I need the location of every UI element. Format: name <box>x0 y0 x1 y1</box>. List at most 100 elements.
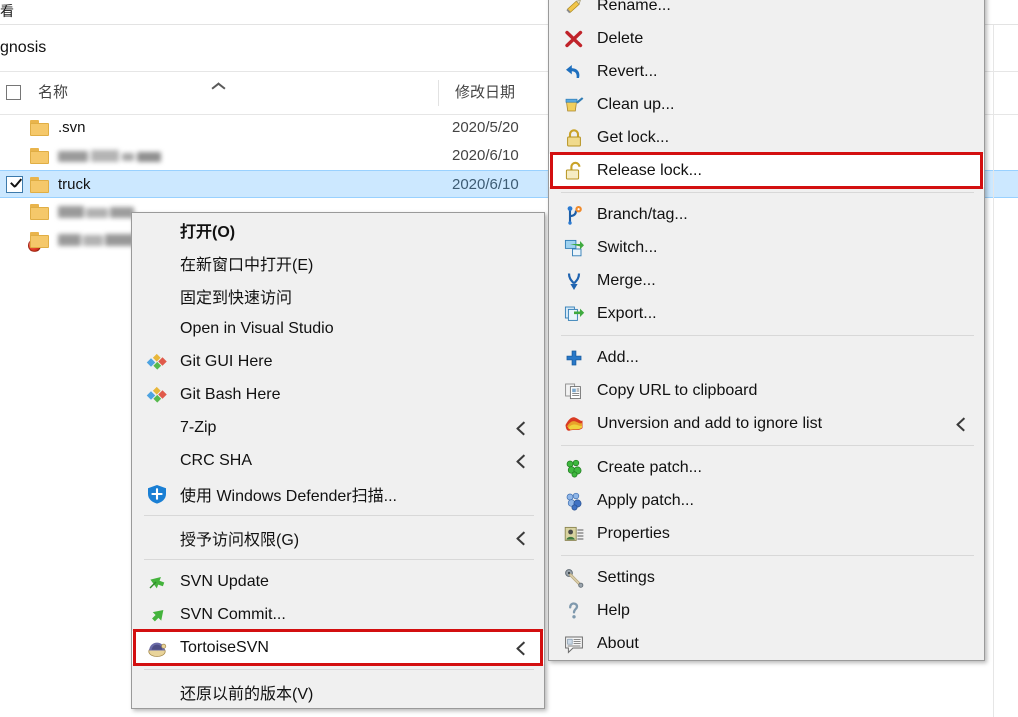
column-header-name[interactable]: 名称 <box>38 82 68 104</box>
chevron-right-icon <box>516 631 528 664</box>
broom-icon <box>563 94 585 116</box>
menu-item-git-gui-here[interactable]: Git GUI Here <box>132 345 544 378</box>
menu-item-copy-url-to-clipboard[interactable]: Copy URL to clipboard <box>549 374 984 407</box>
breadcrumb-partial[interactable]: gnosis <box>0 36 46 60</box>
menu-item-open-in-visual-studio[interactable]: Open in Visual Studio <box>132 312 544 345</box>
menu-item-label: Release lock... <box>597 161 702 179</box>
menu-item-settings[interactable]: Settings <box>549 561 984 594</box>
menu-item-git-bash-here[interactable]: Git Bash Here <box>132 378 544 411</box>
pane-divider <box>993 25 994 717</box>
menu-item-clean-up[interactable]: Clean up... <box>549 88 984 121</box>
menu-item-label: Help <box>597 601 630 619</box>
menu-item-label: Branch/tag... <box>597 205 688 223</box>
menu-separator <box>144 515 534 516</box>
sort-ascending-caret-icon <box>211 82 225 90</box>
menu-item-授予访问权限-g[interactable]: 授予访问权限(G) <box>132 521 544 554</box>
menu-item-export[interactable]: Export... <box>549 297 984 330</box>
menu-separator <box>561 445 974 446</box>
menu-item-label: Copy URL to clipboard <box>597 381 758 399</box>
menu-separator <box>561 555 974 556</box>
menu-item-label: Delete <box>597 29 644 47</box>
clipboard-icon <box>563 380 585 402</box>
undo-arrow-icon <box>563 61 585 83</box>
column-header-date-modified[interactable]: 修改日期 <box>455 82 515 104</box>
chevron-right-icon <box>956 407 968 440</box>
menu-separator <box>144 669 534 670</box>
folder-icon <box>30 232 50 249</box>
menu-separator <box>561 192 974 193</box>
menu-item-7-zip[interactable]: 7-Zip <box>132 411 544 444</box>
menu-item-label: Get lock... <box>597 128 670 146</box>
folder-icon <box>30 120 50 137</box>
menu-item-branch-tag[interactable]: Branch/tag... <box>549 198 984 231</box>
menu-item-label: 打开(O) <box>180 223 236 241</box>
lock-open-icon <box>563 160 585 182</box>
folder-icon <box>30 148 50 165</box>
file-name: truck <box>58 176 91 193</box>
menu-item-label: 固定到快速访问 <box>180 289 293 307</box>
red-x-icon <box>563 28 585 50</box>
menu-item-label: Properties <box>597 524 670 542</box>
switch-icon <box>563 237 585 259</box>
explorer-context-menu[interactable]: 打开(O) 在新窗口中打开(E) 固定到快速访问 Open in Visual Stu… <box>131 212 545 709</box>
menu-item-create-patch[interactable]: Create patch... <box>549 451 984 484</box>
about-icon <box>563 633 585 655</box>
menu-item-unversion-and-add-to-ignore-list[interactable]: Unversion and add to ignore list <box>549 407 984 440</box>
menu-item-get-lock[interactable]: Get lock... <box>549 121 984 154</box>
menu-item-release-lock[interactable]: Release lock... <box>549 154 984 187</box>
folder-icon <box>30 177 50 194</box>
menu-item-properties[interactable]: Properties <box>549 517 984 550</box>
settings-icon <box>563 567 585 589</box>
ribbon-tab-view-partial[interactable]: 看 <box>0 1 14 21</box>
select-all-checkbox[interactable] <box>6 85 21 100</box>
chevron-right-icon <box>516 444 528 477</box>
menu-item-delete[interactable]: Delete <box>549 22 984 55</box>
menu-item-label: Add... <box>597 348 639 366</box>
redacted-file-name <box>58 233 136 248</box>
menu-item-label: About <box>597 634 639 652</box>
menu-item-使用-windows-defender扫描[interactable]: 使用 Windows Defender扫描... <box>132 477 544 510</box>
menu-separator <box>561 335 974 336</box>
redacted-file-name <box>58 205 136 220</box>
menu-item-add[interactable]: Add... <box>549 341 984 374</box>
row-checkbox[interactable] <box>6 176 23 193</box>
ignore-icon <box>563 413 585 435</box>
menu-item-label: Export... <box>597 304 657 322</box>
menu-item-label: 在新窗口中打开(E) <box>180 256 314 274</box>
menu-item-固定到快速访问[interactable]: 固定到快速访问 <box>132 279 544 312</box>
menu-item-label: 使用 Windows Defender扫描... <box>180 487 397 505</box>
menu-item-apply-patch[interactable]: Apply patch... <box>549 484 984 517</box>
menu-item-switch[interactable]: Switch... <box>549 231 984 264</box>
file-date: 2020/5/20 <box>452 119 519 136</box>
menu-item-help[interactable]: Help <box>549 594 984 627</box>
menu-item-label: SVN Update <box>180 572 269 590</box>
file-name: .svn <box>58 119 86 136</box>
git-icon <box>146 384 168 406</box>
menu-item-label: 授予访问权限(G) <box>180 531 300 549</box>
export-icon <box>563 303 585 325</box>
column-divider[interactable] <box>438 80 439 106</box>
menu-item-svn-commit[interactable]: SVN Commit... <box>132 598 544 631</box>
menu-item-about[interactable]: About <box>549 627 984 660</box>
tortoisesvn-submenu[interactable]: Rename... Delete Revert... Clean up... Get l… <box>548 0 985 661</box>
menu-item-在新窗口中打开-e[interactable]: 在新窗口中打开(E) <box>132 246 544 279</box>
file-date: 2020/6/10 <box>452 176 519 193</box>
pencil-icon <box>563 0 585 17</box>
menu-item-revert[interactable]: Revert... <box>549 55 984 88</box>
menu-item-rename[interactable]: Rename... <box>549 0 984 22</box>
redacted-file-name <box>58 149 163 164</box>
menu-item-crc-sha[interactable]: CRC SHA <box>132 444 544 477</box>
menu-item-还原以前的版本-v[interactable]: 还原以前的版本(V) <box>132 675 544 708</box>
menu-item-merge[interactable]: Merge... <box>549 264 984 297</box>
menu-item-label: Clean up... <box>597 95 675 113</box>
menu-item-svn-update[interactable]: SVN Update <box>132 565 544 598</box>
patch-blue-icon <box>563 490 585 512</box>
menu-item-label: Git Bash Here <box>180 385 281 403</box>
menu-item-label: Git GUI Here <box>180 352 273 370</box>
menu-item-打开-o[interactable]: 打开(O) <box>132 213 544 246</box>
menu-item-label: Unversion and add to ignore list <box>597 414 823 432</box>
menu-item-tortoisesvn[interactable]: TortoiseSVN <box>132 631 544 664</box>
chevron-right-icon <box>516 521 528 554</box>
menu-item-label: Rename... <box>597 0 671 14</box>
tortoise-icon <box>146 637 168 659</box>
